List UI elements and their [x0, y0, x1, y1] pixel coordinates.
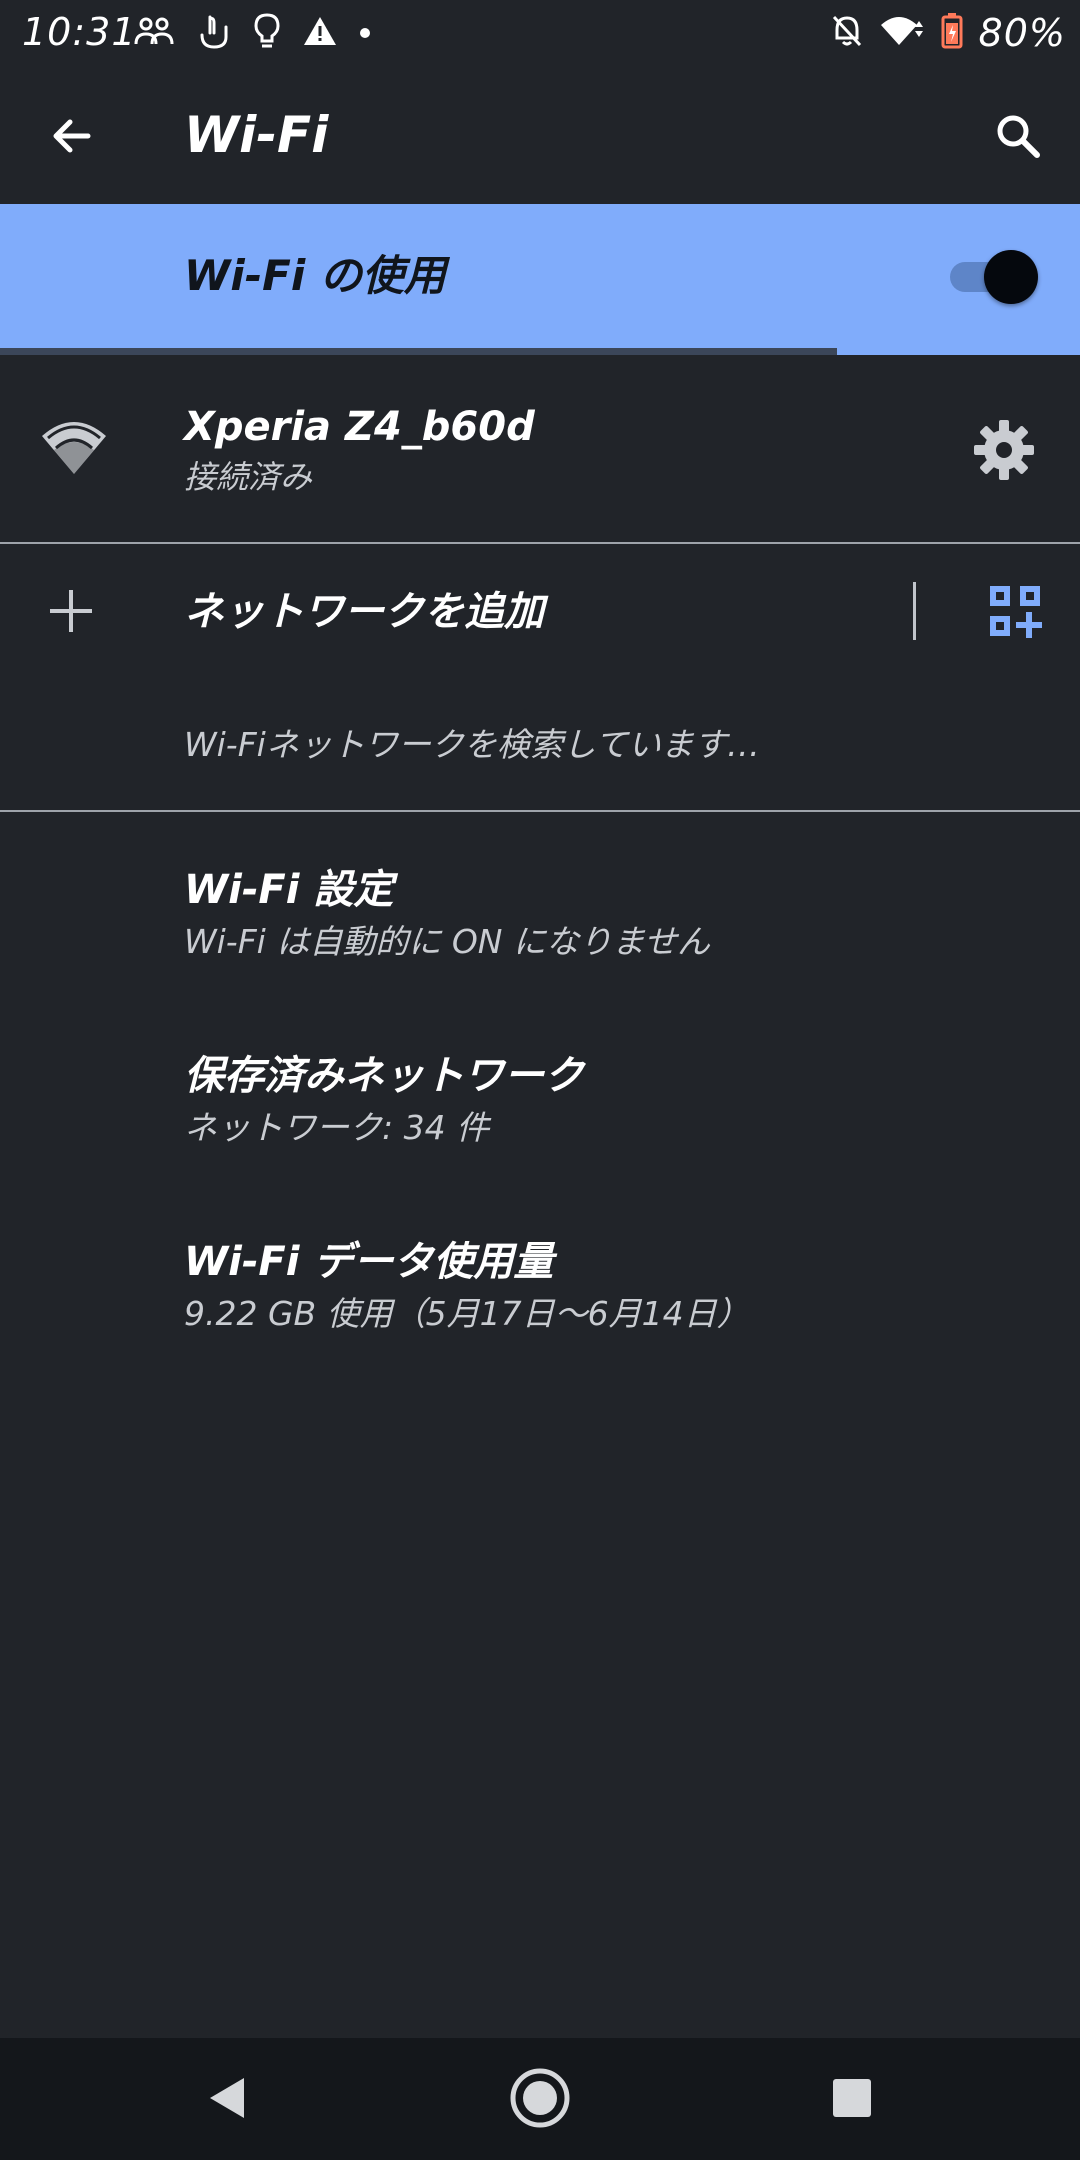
network-status: 接続済み: [184, 458, 313, 496]
wifi-icon: [879, 15, 925, 51]
hand-icon: [196, 13, 232, 53]
lightbulb-icon: [254, 13, 280, 53]
notifications-off-icon: [831, 14, 863, 52]
add-network-label: ネットワークを追加: [184, 589, 544, 635]
pref-saved-networks[interactable]: 保存済みネットワーク ネットワーク: 34 件: [0, 1028, 1080, 1208]
pref-title: 保存済みネットワーク: [184, 1053, 584, 1099]
gear-icon[interactable]: [972, 418, 1036, 482]
vertical-separator: [913, 582, 916, 640]
pref-summary: 9.22 GB 使用（5月17日～6月14日）: [184, 1294, 750, 1333]
nav-home-icon: [510, 2068, 570, 2128]
scan-progress-bar: [0, 348, 1080, 355]
plus-icon: [50, 590, 92, 632]
battery-percent: 80%: [978, 11, 1066, 55]
battery-icon: [941, 13, 963, 53]
wifi-signal-icon: [42, 422, 106, 474]
arrow-back-icon: [53, 119, 91, 153]
nav-home-button[interactable]: [500, 2058, 580, 2138]
qr-code-icon[interactable]: [988, 584, 1042, 638]
wifi-toggle-thumb: [984, 250, 1038, 304]
nav-back-icon: [210, 2078, 244, 2118]
nav-back-button[interactable]: [186, 2058, 266, 2138]
status-bar: 10:31 80%: [0, 0, 1080, 66]
divider: [0, 810, 1080, 812]
status-system-icons: 80%: [815, 6, 1066, 60]
pref-summary: Wi-Fi は自動的に ON になりません: [184, 922, 710, 961]
search-button[interactable]: [984, 102, 1052, 170]
dot-icon: [360, 28, 370, 38]
status-notification-icons: [134, 10, 392, 56]
wifi-toggle[interactable]: [946, 248, 1038, 304]
connected-network-row[interactable]: Xperia Z4_b60d 接続済み: [0, 362, 1080, 540]
search-icon: [997, 115, 1040, 158]
wifi-master-switch-row[interactable]: Wi-Fi の使用: [0, 204, 1080, 348]
scan-progress-fill: [0, 348, 837, 355]
pref-title: Wi-Fi データ使用量: [184, 1239, 554, 1285]
network-name: Xperia Z4_b60d: [184, 404, 535, 450]
page-title: Wi-Fi: [184, 106, 329, 164]
status-time: 10:31: [22, 10, 137, 54]
pref-wifi-data-usage[interactable]: Wi-Fi データ使用量 9.22 GB 使用（5月17日～6月14日）: [0, 1214, 1080, 1394]
pref-summary: ネットワーク: 34 件: [184, 1108, 490, 1147]
app-bar: Wi-Fi: [0, 66, 1080, 204]
searching-text: Wi-Fiネットワークを検索しています…: [184, 725, 760, 764]
pref-wifi-settings[interactable]: Wi-Fi 設定 Wi-Fi は自動的に ON になりません: [0, 842, 1080, 1022]
wifi-master-switch-label: Wi-Fi の使用: [184, 251, 446, 300]
back-button[interactable]: [38, 102, 106, 170]
divider: [0, 542, 1080, 544]
navigation-bar: [0, 2038, 1080, 2160]
warning-icon: [302, 15, 338, 51]
people-icon: [134, 16, 174, 50]
nav-recents-button[interactable]: [812, 2058, 892, 2138]
pref-title: Wi-Fi 設定: [184, 867, 394, 913]
nav-recents-icon: [833, 2079, 871, 2117]
add-network-row[interactable]: ネットワークを追加: [0, 546, 1080, 676]
